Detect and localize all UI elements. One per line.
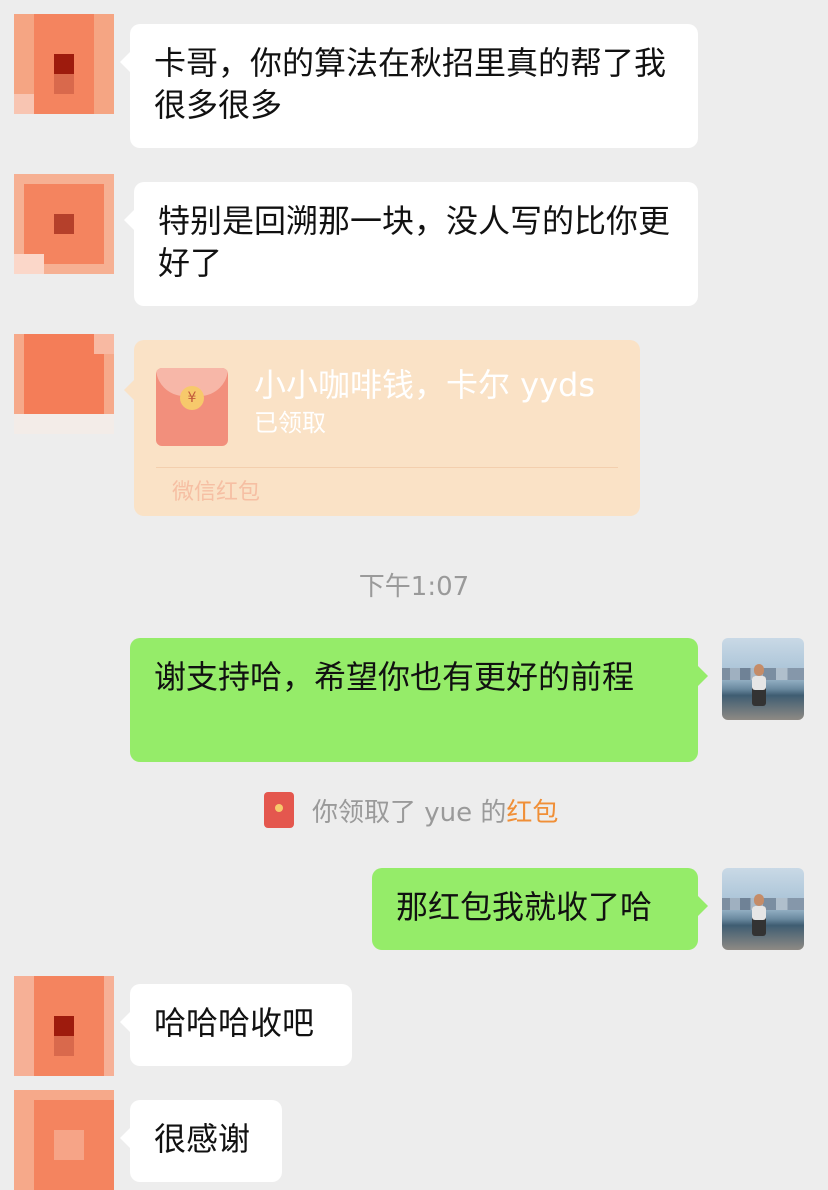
message-text: 那红包我就收了哈: [396, 888, 653, 926]
contact-avatar[interactable]: [14, 14, 114, 114]
red-packet-link[interactable]: 红包: [506, 792, 558, 829]
red-envelope-icon: ¥: [156, 368, 228, 446]
message-bubble-incoming[interactable]: 很感谢: [120, 1100, 282, 1182]
contact-avatar[interactable]: [14, 1090, 114, 1190]
message-text: 卡哥，你的算法在秋招里真的帮了我很多很多: [154, 44, 667, 124]
message-text: 哈哈哈收吧: [154, 1004, 315, 1042]
contact-avatar[interactable]: [14, 174, 114, 274]
my-avatar[interactable]: [722, 868, 804, 950]
message-bubble-incoming[interactable]: 特别是回溯那一块，没人写的比你更好了: [124, 182, 698, 306]
message-text: 很感谢: [154, 1120, 251, 1158]
contact-avatar[interactable]: [14, 976, 114, 1076]
time-separator: 下午1:07: [358, 572, 470, 602]
message-bubble-outgoing[interactable]: 谢支持哈，希望你也有更好的前程: [130, 638, 708, 762]
message-text: 特别是回溯那一块，没人写的比你更好了: [158, 202, 671, 282]
red-packet-card[interactable]: ¥ 小小咖啡钱，卡尔 yyds 已领取 微信红包: [124, 340, 640, 516]
message-bubble-outgoing[interactable]: 那红包我就收了哈: [372, 868, 708, 950]
contact-avatar[interactable]: [14, 334, 114, 434]
system-notice: 你领取了 yue 的 红包: [264, 790, 558, 830]
message-bubble-incoming[interactable]: 哈哈哈收吧: [120, 984, 352, 1066]
red-packet-footer: 微信红包: [172, 480, 261, 505]
red-packet-status: 已领取: [254, 409, 326, 437]
red-packet-title: 小小咖啡钱，卡尔 yyds: [254, 366, 596, 404]
system-notice-text: 你领取了 yue 的: [312, 797, 507, 828]
message-text: 谢支持哈，希望你也有更好的前程: [154, 658, 635, 696]
my-avatar[interactable]: [722, 638, 804, 720]
red-packet-divider: [156, 467, 618, 468]
red-envelope-icon: [264, 792, 294, 828]
message-bubble-incoming[interactable]: 卡哥，你的算法在秋招里真的帮了我很多很多: [120, 24, 698, 148]
